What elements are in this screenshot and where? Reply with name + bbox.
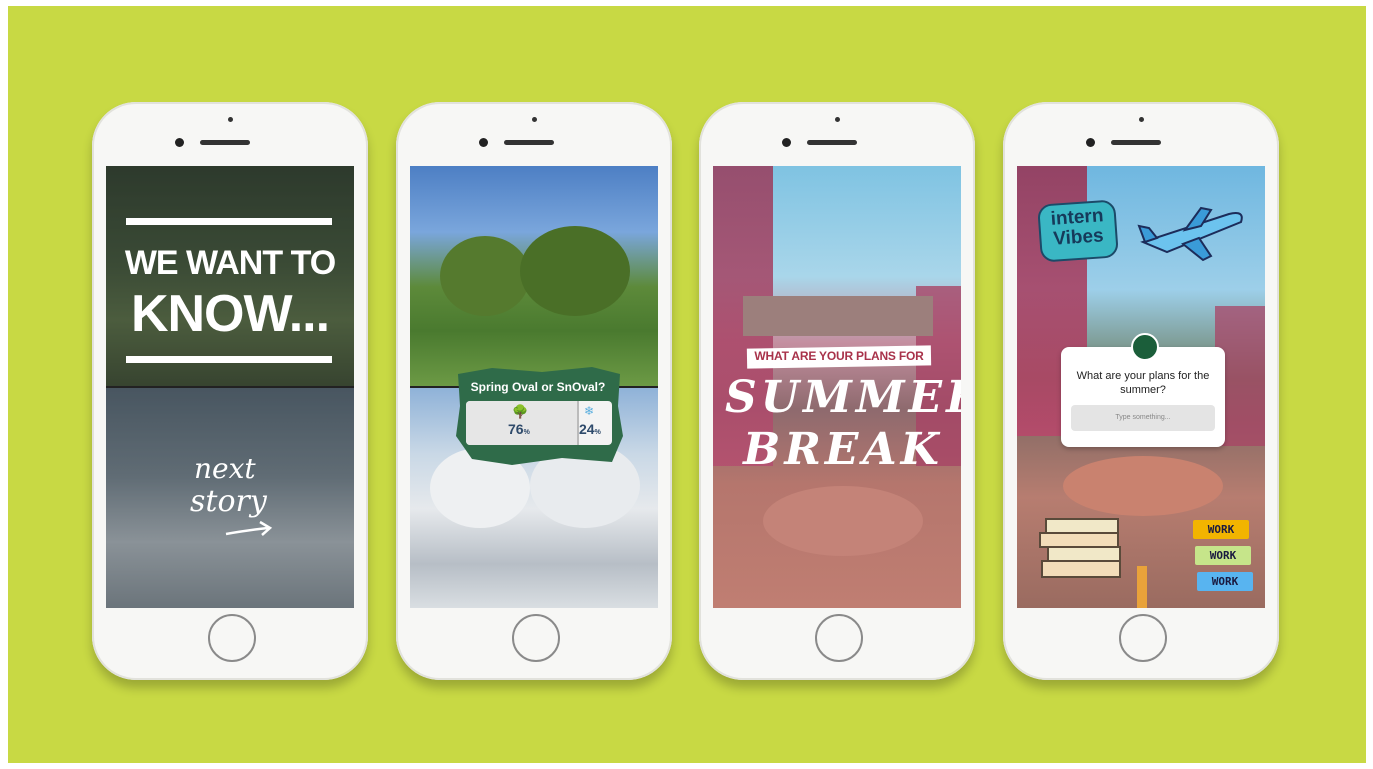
banner-text: WHAT ARE YOUR PLANS FOR bbox=[754, 349, 924, 363]
phone-mockup-2: Spring Oval or SnOval? 🌳 76% ❄ 24% bbox=[396, 102, 672, 680]
snowflake-icon: ❄ bbox=[584, 404, 595, 418]
divider-bottom bbox=[126, 356, 332, 363]
intern-vibes-sticker: intern Vibes bbox=[1037, 199, 1119, 263]
phone-mockup-1: WE WANT TO KNOW... next story bbox=[92, 102, 368, 680]
front-camera bbox=[782, 138, 791, 147]
earpiece-speaker bbox=[807, 140, 857, 145]
plaza-circle bbox=[1063, 456, 1223, 516]
question-text: What are your plans for the summer? bbox=[1076, 370, 1210, 396]
story-photo-spring-oval bbox=[410, 166, 658, 386]
front-camera bbox=[479, 138, 488, 147]
story-screen-3[interactable]: WHAT ARE YOUR PLANS FOR SUMMER BREAK bbox=[713, 166, 961, 608]
plaza-circle bbox=[763, 486, 923, 556]
poll-option-a-value: 76% bbox=[508, 421, 530, 437]
intern-vibes-line-2: Vibes bbox=[1052, 225, 1105, 250]
title-break: BREAK bbox=[743, 424, 943, 475]
home-button[interactable] bbox=[815, 614, 863, 662]
story-photo-winter: next story bbox=[106, 388, 354, 608]
earpiece-speaker bbox=[200, 140, 250, 145]
question-sticker[interactable]: What are your plans for the summer? Type… bbox=[1061, 333, 1225, 447]
arrow-right-icon bbox=[225, 520, 273, 536]
question-answer-input[interactable]: Type something... bbox=[1071, 405, 1215, 431]
building bbox=[743, 296, 933, 336]
home-button[interactable] bbox=[512, 614, 560, 662]
script-story: story bbox=[190, 484, 267, 519]
headline-line-1: WE WANT TO bbox=[124, 244, 336, 282]
earpiece-speaker bbox=[504, 140, 554, 145]
poll-option-b-value: 24% bbox=[579, 421, 601, 437]
earpiece-speaker bbox=[1111, 140, 1161, 145]
proximity-sensor bbox=[835, 117, 840, 122]
phone-mockup-4: intern Vibes What are your plans for the… bbox=[1003, 102, 1279, 680]
home-button[interactable] bbox=[208, 614, 256, 662]
road-marking bbox=[1137, 566, 1147, 608]
proximity-sensor bbox=[228, 117, 233, 122]
proximity-sensor bbox=[1139, 117, 1144, 122]
books-sticker bbox=[1039, 518, 1121, 582]
divider-top bbox=[126, 218, 332, 225]
story-photo-spring: WE WANT TO KNOW... bbox=[106, 166, 354, 386]
home-button[interactable] bbox=[1119, 614, 1167, 662]
proximity-sensor bbox=[532, 117, 537, 122]
promo-background: WE WANT TO KNOW... next story Spring Ova… bbox=[8, 6, 1366, 763]
headline-line-2: KNOW... bbox=[130, 285, 330, 343]
ram-logo-icon bbox=[1131, 333, 1159, 361]
phone-mockup-3: WHAT ARE YOUR PLANS FOR SUMMER BREAK bbox=[699, 102, 975, 680]
tree-icon: 🌳 bbox=[512, 404, 529, 419]
poll-sticker[interactable]: Spring Oval or SnOval? 🌳 76% ❄ 24% bbox=[452, 366, 624, 466]
story-screen-4[interactable]: intern Vibes What are your plans for the… bbox=[1017, 166, 1265, 608]
front-camera bbox=[175, 138, 184, 147]
story-screen-1[interactable]: WE WANT TO KNOW... next story bbox=[106, 166, 354, 608]
title-summer: SUMMER bbox=[725, 372, 961, 423]
work-tag-3: WORK bbox=[1197, 572, 1253, 591]
poll-results[interactable]: 🌳 76% ❄ 24% bbox=[466, 401, 612, 445]
story-screen-2[interactable]: Spring Oval or SnOval? 🌳 76% ❄ 24% bbox=[410, 166, 658, 608]
poll-question: Spring Oval or SnOval? bbox=[470, 380, 606, 394]
script-next: next bbox=[194, 452, 256, 485]
work-tag-2: WORK bbox=[1195, 546, 1251, 565]
front-camera bbox=[1086, 138, 1095, 147]
airplane-icon bbox=[1137, 206, 1243, 262]
work-tag-1: WORK bbox=[1193, 520, 1249, 539]
